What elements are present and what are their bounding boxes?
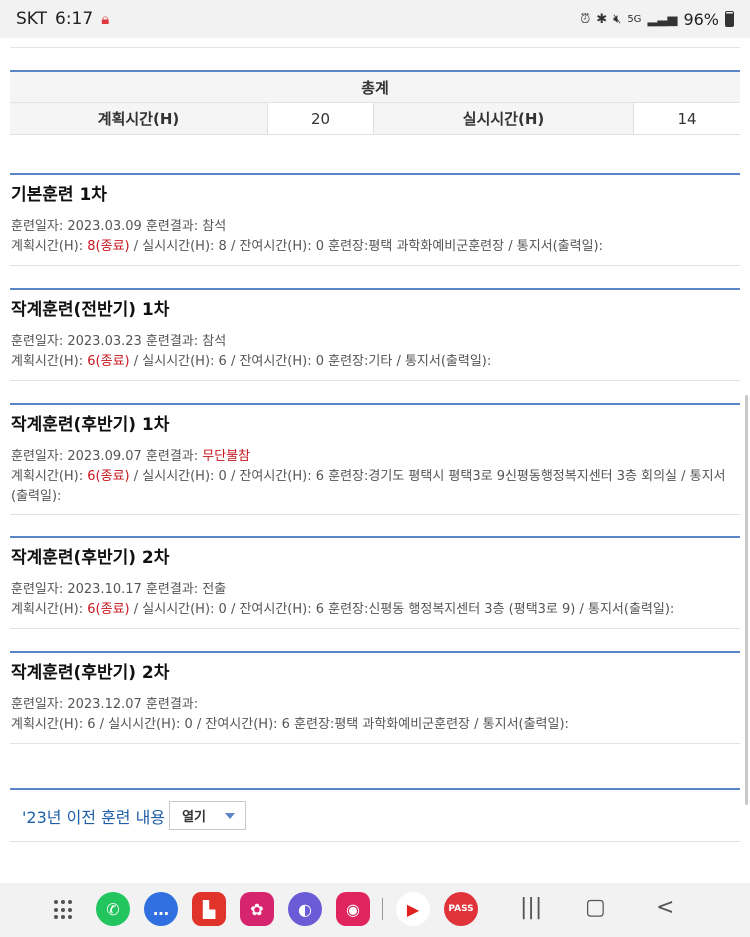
planned-hours-label: 계획시간(H) (10, 103, 268, 134)
record-date-line: 훈련일자: 2023.10.17 훈련결과: 전출 (11, 582, 227, 597)
alarm-icon: ⏰︎ (580, 11, 591, 27)
divider (10, 47, 740, 48)
recent-apps-button[interactable]: ||| (520, 895, 542, 920)
gallery-app-icon[interactable]: ✿ (240, 892, 274, 926)
record-title: 작계훈련(후반기) 2차 (11, 548, 170, 568)
previous-training-section: '23년 이전 훈련 내용 열기 (10, 788, 740, 842)
record-hours-line: 계획시간(H): 6 / 실시시간(H): 0 / 잔여시간(H): 6 훈련장… (11, 717, 569, 732)
record-result: 무단불참 (202, 449, 251, 464)
pass-app-icon[interactable]: PASS (444, 892, 478, 926)
previous-training-label: '23년 이전 훈련 내용 (22, 807, 166, 827)
youtube-app-icon[interactable]: ▶ (396, 892, 430, 926)
scrollbar[interactable] (745, 395, 748, 805)
battery-level: 96% (683, 9, 719, 29)
record-date-line: 훈련일자: 2023.09.07 훈련결과: 무단불참 (11, 449, 251, 464)
apps-grid-icon[interactable] (54, 900, 74, 920)
divider (382, 898, 383, 920)
planned-status: 6(종료) (87, 469, 130, 484)
5g-icon: 5G (627, 13, 642, 25)
planned-hours-value: 20 (268, 103, 374, 134)
record-date-line: 훈련일자: 2023.12.07 훈련결과: (11, 697, 199, 712)
record-hours-line: 계획시간(H): 6(종료) / 실시시간(H): 0 / 잔여시간(H): 6… (11, 469, 726, 504)
record-date-line: 훈련일자: 2023.03.23 훈련결과: 참석 (11, 334, 227, 349)
record-result: 참석 (202, 334, 227, 349)
record-result: 전출 (202, 582, 227, 597)
training-record: 작계훈련(후반기) 2차 훈련일자: 2023.10.17 훈련결과: 전출 계… (10, 536, 740, 629)
record-hours-line: 계획시간(H): 6(종료) / 실시시간(H): 6 / 잔여시간(H): 0… (11, 354, 492, 369)
training-record: 기본훈련 1차 훈련일자: 2023.03.09 훈련결과: 참석 계획시간(H… (10, 173, 740, 266)
phone-app-icon[interactable]: ✆ (96, 892, 130, 926)
summary-table: 총계 계획시간(H) 20 실시시간(H) 14 (10, 70, 740, 135)
record-result: 참석 (202, 219, 227, 234)
messages-app-icon[interactable]: … (144, 892, 178, 926)
lock-icon: 🔒︎ (101, 10, 110, 28)
actual-hours-label: 실시시간(H) (374, 103, 634, 134)
back-button[interactable]: < (656, 895, 674, 920)
record-title: 작계훈련(후반기) 1차 (11, 415, 170, 435)
training-record: 작계훈련(후반기) 2차 훈련일자: 2023.12.07 훈련결과: 계획시간… (10, 651, 740, 744)
record-hours-line: 계획시간(H): 6(종료) / 실시시간(H): 0 / 잔여시간(H): 6… (11, 602, 675, 617)
record-hours-line: 계획시간(H): 8(종료) / 실시시간(H): 8 / 잔여시간(H): 0… (11, 239, 604, 254)
training-record: 작계훈련(전반기) 1차 훈련일자: 2023.03.23 훈련결과: 참석 계… (10, 288, 740, 381)
bluetooth-icon: ✱ (596, 11, 608, 27)
actual-hours-value: 14 (677, 109, 697, 128)
training-record: 작계훈련(후반기) 1차 훈련일자: 2023.09.07 훈련결과: 무단불참… (10, 403, 740, 515)
flipboard-app-icon[interactable]: ▙ (192, 892, 226, 926)
home-button[interactable]: ▢ (585, 895, 606, 920)
summary-title: 총계 (10, 72, 740, 103)
clock: 6:17 (55, 9, 94, 29)
summary-row: 계획시간(H) 20 실시시간(H) 14 (10, 103, 740, 135)
battery-icon (725, 11, 734, 27)
page-content[interactable]: 총계 계획시간(H) 20 실시시간(H) 14 기본훈련 1차 훈련일자: 2… (0, 38, 750, 883)
signal-icon: ▂▃▅ (647, 11, 678, 27)
camera-app-icon[interactable]: ◉ (336, 892, 370, 926)
select-value: 열기 (182, 810, 206, 825)
record-title: 기본훈련 1차 (11, 185, 107, 205)
mute-icon: 🔇︎ (613, 11, 622, 27)
internet-app-icon[interactable]: ◐ (288, 892, 322, 926)
planned-status: 8(종료) (87, 239, 130, 254)
navigation-bar: ✆ … ▙ ✿ ◐ ◉ ▶ PASS ||| ▢ < (0, 883, 750, 937)
carrier: SKT (16, 9, 48, 29)
planned-status: 6(종료) (87, 354, 130, 369)
chevron-down-icon (225, 813, 236, 819)
planned-status: 6(종료) (87, 602, 130, 617)
record-date-line: 훈련일자: 2023.03.09 훈련결과: 참석 (11, 219, 227, 234)
previous-training-select[interactable]: 열기 (169, 801, 247, 830)
status-bar: SKT 6:17 🔒︎ ⏰︎ ✱ 🔇︎ 5G ▂▃▅ 96% (0, 0, 750, 38)
record-title: 작계훈련(후반기) 2차 (11, 663, 170, 683)
record-title: 작계훈련(전반기) 1차 (11, 300, 170, 320)
